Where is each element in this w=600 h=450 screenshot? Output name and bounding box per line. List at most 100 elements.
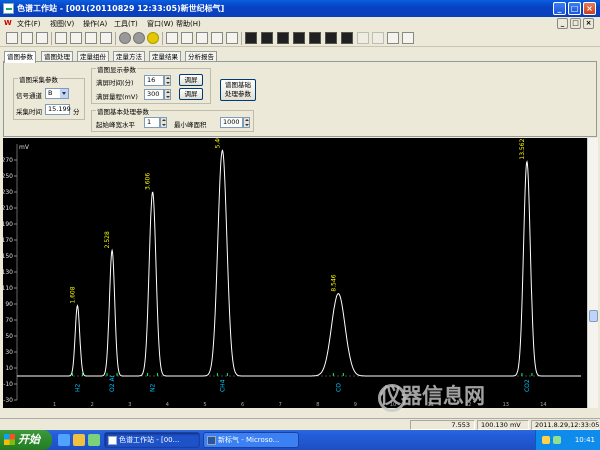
open-icon[interactable]	[21, 32, 33, 44]
screen-time-label: 满屏时间(分)	[96, 79, 134, 87]
ie-icon[interactable]	[58, 434, 70, 446]
chart-view-7-icon[interactable]	[341, 32, 353, 44]
close-button[interactable]: ×	[583, 2, 596, 15]
title-bar[interactable]: 色谱工作站 - [001(20110829 12:33:05)新世纪标气] _ …	[0, 0, 600, 17]
menu-action[interactable]: 操作(A)	[83, 19, 107, 29]
threshold-spinner[interactable]	[160, 117, 167, 128]
component-label: CH4	[219, 379, 226, 392]
save-icon[interactable]	[36, 32, 48, 44]
scrollbar-thumb[interactable]	[589, 310, 598, 322]
stop-icon[interactable]	[133, 32, 145, 44]
task-label: 新标气 - Microso...	[218, 436, 280, 444]
maximize-button[interactable]: □	[568, 2, 581, 15]
signal-trace	[17, 149, 581, 377]
min-area-spinner[interactable]	[243, 117, 250, 128]
taskbar: 开始 色谱工作站 - [00... 新标气 - Microso... 10:41	[0, 430, 600, 450]
acq-time-field[interactable]: 15.199	[45, 104, 71, 115]
chart-view-4-icon[interactable]	[293, 32, 305, 44]
report-icon[interactable]	[226, 32, 238, 44]
peak-time-label: 2.528	[104, 231, 111, 248]
menu-view[interactable]: 视图(V)	[50, 19, 74, 29]
tray-icon-1[interactable]	[542, 436, 550, 444]
y-tick-label: 210	[3, 205, 13, 212]
media-icon[interactable]	[88, 434, 100, 446]
peak-time-label: 13.562	[519, 138, 526, 159]
y-tick-label: 50	[5, 333, 13, 340]
y-tick-label: 30	[5, 349, 13, 356]
y-axis-unit: mV	[19, 144, 30, 151]
chevron-down-icon	[60, 89, 68, 98]
folder-icon[interactable]	[73, 434, 85, 446]
pause-icon[interactable]	[147, 32, 159, 44]
print-setup-icon[interactable]	[55, 32, 67, 44]
record-icon[interactable]	[119, 32, 131, 44]
status-datetime: 2011.8.29,12:33:05	[531, 420, 599, 430]
app-window: 色谱工作站 - [001(20110829 12:33:05)新世纪标气] _ …	[0, 0, 600, 430]
chromatogram-svg: mV -30 -10 10 30 50 70 90 110 130 150 170 190 210 230 2…	[2, 131, 581, 408]
channel-select[interactable]: B	[45, 88, 69, 99]
adjust-screen-button-2[interactable]: 调屏	[179, 88, 203, 100]
tray-icon-2[interactable]	[553, 436, 561, 444]
screen-time-spinner[interactable]	[164, 75, 171, 86]
tool-a-icon[interactable]	[387, 32, 399, 44]
overlay-icon[interactable]	[372, 32, 384, 44]
parameters-panel: 谱图采集参数 信号通道 B 采集时间 15.199 分 谱图显示参数 满屏时间(…	[3, 61, 597, 137]
screen-range-field[interactable]: 300	[144, 89, 164, 100]
print-icon[interactable]	[196, 32, 208, 44]
tab-chart-params[interactable]: 谱图参数	[4, 51, 36, 63]
export-icon[interactable]	[70, 32, 82, 44]
x-tick-label: 13	[503, 402, 509, 408]
start-button[interactable]: 开始	[0, 430, 52, 450]
zoom-in-icon[interactable]	[166, 32, 178, 44]
document-icon[interactable]: W	[4, 19, 12, 27]
adjust-screen-button-1[interactable]: 调屏	[179, 74, 203, 86]
child-minimize-button[interactable]: _	[557, 18, 568, 29]
menu-tools[interactable]: 工具(T)	[114, 19, 138, 29]
chart-view-6-icon[interactable]	[325, 32, 337, 44]
vertical-scrollbar[interactable]	[587, 138, 598, 408]
child-close-button[interactable]: ×	[583, 18, 594, 29]
screen-range-spinner[interactable]	[164, 89, 171, 100]
menu-file[interactable]: 文件(F)	[17, 19, 41, 29]
threshold-field[interactable]: 1	[144, 117, 160, 128]
calc-icon[interactable]	[85, 32, 97, 44]
display-group: 谱图显示参数 满屏时间(分) 16 调屏 满屏量程(mV) 300 调屏	[91, 64, 211, 104]
status-cursor-x: 7.553	[410, 420, 475, 430]
chromatogram-plot[interactable]: mV -30 -10 10 30 50 70 90 110 130 150 170 190 210 230 2…	[2, 131, 587, 408]
tool-b-icon[interactable]	[402, 32, 414, 44]
component-label: CO	[335, 383, 342, 392]
watermark-text: 仪器信息网	[380, 384, 485, 408]
app-icon	[3, 3, 14, 14]
system-tray: 10:41	[535, 430, 600, 450]
min-area-field[interactable]: 1000	[220, 117, 243, 128]
acq-time-label: 采集时间	[16, 108, 42, 116]
new-icon[interactable]	[6, 32, 18, 44]
peak-time-label: 3.606	[145, 173, 152, 190]
preview-icon[interactable]	[211, 32, 223, 44]
task-word-doc[interactable]: 新标气 - Microso...	[203, 432, 299, 448]
minimize-button[interactable]: _	[553, 2, 566, 15]
chart-view-2-icon[interactable]	[261, 32, 273, 44]
chart-view-3-icon[interactable]	[277, 32, 289, 44]
x-tick-label: 8	[316, 402, 319, 408]
button-line-1: 谱图基础	[225, 81, 251, 89]
acq-time-unit: 分	[73, 108, 80, 116]
task-label: 色谱工作站 - [00...	[119, 436, 180, 444]
chart-view-5-icon[interactable]	[309, 32, 321, 44]
compare-icon[interactable]	[357, 32, 369, 44]
y-tick-label: -10	[3, 381, 13, 388]
menu-help[interactable]: 帮助(H)	[176, 19, 201, 29]
y-tick-label: 270	[3, 157, 13, 164]
basic-processing-params-button[interactable]: 谱图基础 处理参数	[220, 79, 256, 101]
menu-window[interactable]: 窗口(W)	[147, 19, 173, 29]
peak-time-label: 8.546	[330, 274, 337, 291]
chart-view-1-icon[interactable]	[245, 32, 257, 44]
zoom-out-icon[interactable]	[181, 32, 193, 44]
y-tick-label: 190	[3, 221, 13, 228]
table-icon[interactable]	[100, 32, 112, 44]
windows-logo-icon	[4, 434, 15, 445]
task-chromatography[interactable]: 色谱工作站 - [00...	[104, 432, 200, 448]
screen-time-field[interactable]: 16	[144, 75, 164, 86]
child-restore-button[interactable]: □	[570, 18, 581, 29]
x-tick-label: 4	[166, 402, 169, 408]
